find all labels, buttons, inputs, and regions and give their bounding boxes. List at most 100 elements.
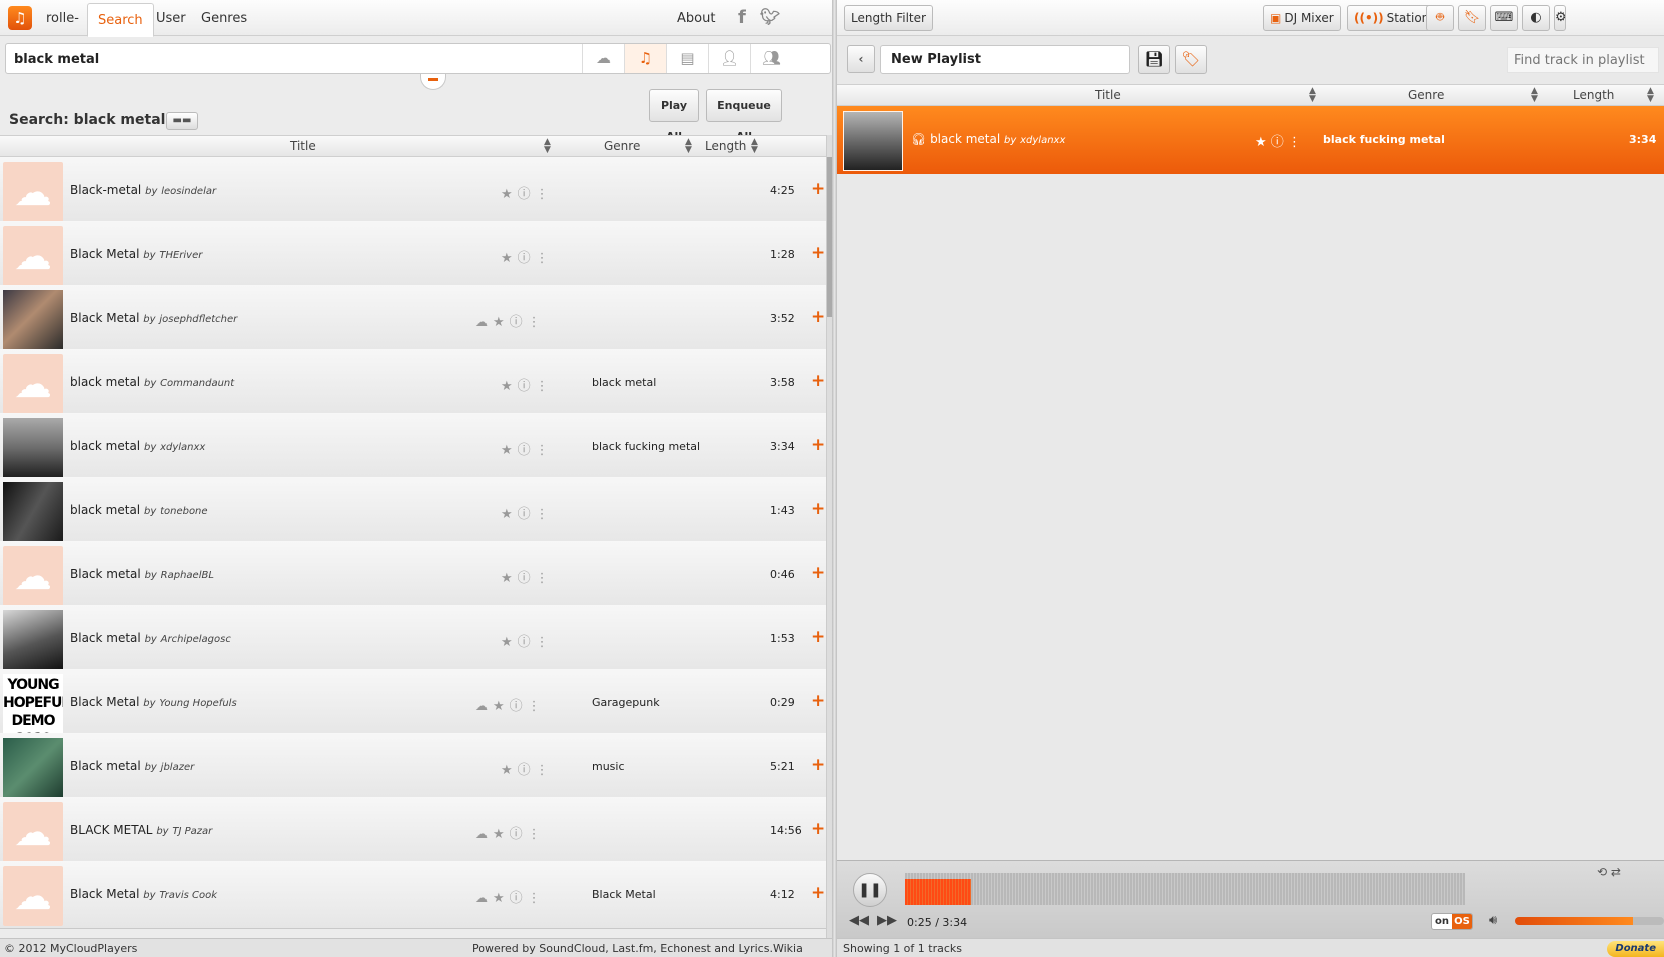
tag-icon[interactable]: 🏷︎ bbox=[1175, 45, 1207, 74]
pl-sort-title-icon[interactable]: ▲ ▼ bbox=[1309, 87, 1316, 104]
column-length[interactable]: Length bbox=[705, 139, 746, 153]
add-to-playlist-icon[interactable]: + bbox=[811, 307, 825, 327]
drag-handle-icon[interactable]: ⋮ bbox=[536, 443, 549, 458]
bookmark-icon[interactable]: 🔖︎ bbox=[1458, 5, 1486, 31]
play-all-button[interactable]: Play All bbox=[649, 89, 699, 143]
table-row[interactable]: black metal by xdylanxx ★ ⓘ ⋮ black fucking … bbox=[0, 413, 826, 481]
table-row[interactable]: Black Metal by Travis Cook ☁ ★ ⓘ ⋮ Black Meta… bbox=[0, 861, 826, 929]
soundcloud-icon[interactable]: ☁ bbox=[475, 827, 488, 842]
search-type-users-icon[interactable]: 👤︎ bbox=[708, 44, 750, 73]
pl-sort-length-icon[interactable]: ▲ ▼ bbox=[1647, 87, 1654, 104]
track-user[interactable]: josephdfletcher bbox=[159, 314, 237, 325]
theme-toggle-icon[interactable]: ◐ bbox=[1522, 5, 1550, 31]
table-row[interactable]: YOUNG HOPEFULS DEMO 2010 Black Metal by Y… bbox=[0, 669, 826, 737]
pl-column-length[interactable]: Length bbox=[1573, 88, 1614, 102]
drag-handle-icon[interactable]: ⋮ bbox=[536, 507, 549, 522]
tab-user[interactable]: User bbox=[156, 0, 186, 36]
favorite-star-icon[interactable]: ★ bbox=[501, 443, 513, 458]
drag-handle-icon[interactable]: ⋮ bbox=[536, 763, 549, 778]
drag-handle-icon[interactable]: ⋮ bbox=[536, 571, 549, 586]
search-type-groups-icon[interactable]: 👥︎ bbox=[750, 44, 792, 73]
volume-slider[interactable] bbox=[1515, 917, 1664, 925]
length-filter-button[interactable]: Length Filter bbox=[844, 5, 933, 31]
settings-gear-icon[interactable]: ⚙ bbox=[1554, 5, 1566, 31]
add-to-playlist-icon[interactable]: + bbox=[811, 499, 825, 519]
add-to-playlist-icon[interactable]: + bbox=[811, 755, 825, 775]
favorite-star-icon[interactable]: ★ bbox=[501, 507, 513, 522]
save-playlist-icon[interactable]: 💾︎ bbox=[1138, 45, 1170, 74]
search-type-tracks-icon[interactable]: ♫ bbox=[624, 44, 666, 73]
add-to-playlist-icon[interactable]: + bbox=[811, 627, 825, 647]
info-icon[interactable]: ⓘ bbox=[518, 375, 531, 394]
track-user[interactable]: tonebone bbox=[160, 506, 208, 517]
enqueue-all-button[interactable]: Enqueue All bbox=[706, 89, 782, 143]
table-row[interactable]: BLACK METAL by TJ Pazar ☁ ★ ⓘ ⋮ 14:56 + bbox=[0, 797, 826, 865]
save-search-icon[interactable]: ▬▬ bbox=[166, 112, 198, 130]
facebook-icon[interactable]: f bbox=[738, 7, 746, 28]
favorite-star-icon[interactable]: ★ bbox=[501, 379, 513, 394]
track-waveform[interactable] bbox=[905, 873, 1465, 905]
table-row[interactable]: Black Metal by josephdfletcher ☁ ★ ⓘ ⋮ 3:52 + bbox=[0, 285, 826, 353]
track-user[interactable]: jblazer bbox=[161, 762, 195, 773]
playlist-track-playing[interactable]: 🎧︎ black metal by xdylanxx ★ ⓘ ⋮ black f… bbox=[837, 106, 1664, 174]
pause-button[interactable]: ❚❚ bbox=[853, 873, 887, 907]
drag-handle-icon[interactable]: ⋮ bbox=[1288, 135, 1301, 150]
drag-handle-icon[interactable]: ⋮ bbox=[536, 379, 549, 394]
fast-forward-icon[interactable]: ▶▶ bbox=[877, 913, 897, 928]
table-row[interactable]: Black Metal by THEriver ★ ⓘ ⋮ 1:28 + bbox=[0, 221, 826, 289]
drag-handle-icon[interactable]: ⋮ bbox=[536, 635, 549, 650]
sort-title-icon[interactable]: ▲ ▼ bbox=[544, 138, 551, 155]
track-user[interactable]: Travis Cook bbox=[159, 890, 217, 901]
track-user[interactable]: RaphaelBL bbox=[161, 570, 214, 581]
add-to-playlist-icon[interactable]: + bbox=[811, 371, 825, 391]
favorite-star-icon[interactable]: ★ bbox=[501, 571, 513, 586]
track-user[interactable]: Commandaunt bbox=[160, 378, 234, 389]
soundcloud-icon[interactable]: ☁ bbox=[475, 699, 488, 714]
favorite-star-icon[interactable]: ★ bbox=[493, 891, 505, 906]
favorite-star-icon[interactable]: ★ bbox=[493, 315, 505, 330]
shuffle-icon[interactable]: ⇄ bbox=[1611, 865, 1621, 879]
collapse-search-handle[interactable] bbox=[420, 74, 446, 90]
dj-mixer-button[interactable]: ▣ DJ Mixer bbox=[1263, 5, 1341, 31]
add-to-playlist-icon[interactable]: + bbox=[811, 563, 825, 583]
brand-name[interactable]: rolle- bbox=[46, 0, 79, 36]
about-link[interactable]: About bbox=[677, 0, 715, 36]
sort-length-icon[interactable]: ▲ ▼ bbox=[751, 138, 758, 155]
table-row[interactable]: black metal by Commandaunt ★ ⓘ ⋮ black metal… bbox=[0, 349, 826, 417]
app-logo-icon[interactable]: ♫ bbox=[8, 6, 32, 30]
add-to-playlist-icon[interactable]: + bbox=[811, 243, 825, 263]
tab-genres[interactable]: Genres bbox=[201, 0, 247, 36]
donate-button[interactable]: Donate bbox=[1607, 941, 1664, 957]
track-user[interactable]: leosindelar bbox=[161, 186, 216, 197]
tab-search[interactable]: Search bbox=[87, 3, 154, 37]
scrobble-toggle[interactable]: on OS bbox=[1431, 913, 1473, 930]
pl-column-title[interactable]: Title bbox=[1095, 88, 1121, 102]
info-icon[interactable]: ⓘ bbox=[510, 887, 523, 906]
favorite-star-icon[interactable]: ★ bbox=[501, 763, 513, 778]
table-row[interactable]: Black-metal by leosindelar ★ ⓘ ⋮ 4:25 + bbox=[0, 157, 826, 225]
track-user[interactable]: TJ Pazar bbox=[172, 826, 212, 837]
favorite-star-icon[interactable]: ★ bbox=[501, 251, 513, 266]
search-type-playlists-icon[interactable]: ▤ bbox=[666, 44, 708, 73]
favorite-star-icon[interactable]: ★ bbox=[501, 635, 513, 650]
soundcloud-icon[interactable]: ☁ bbox=[475, 315, 488, 330]
drag-handle-icon[interactable]: ⋮ bbox=[528, 699, 541, 714]
favorite-star-icon[interactable]: ★ bbox=[493, 827, 505, 842]
info-icon[interactable]: ⓘ bbox=[510, 823, 523, 842]
add-to-playlist-icon[interactable]: + bbox=[811, 819, 825, 839]
table-row[interactable]: black metal by tonebone ★ ⓘ ⋮ 1:43 + bbox=[0, 477, 826, 545]
keyboard-icon[interactable]: ⌨ bbox=[1490, 5, 1518, 31]
track-user[interactable]: Archipelagosc bbox=[161, 634, 231, 645]
pl-column-genre[interactable]: Genre bbox=[1408, 88, 1444, 102]
info-icon[interactable]: ⓘ bbox=[518, 567, 531, 586]
info-icon[interactable]: ⓘ bbox=[518, 631, 531, 650]
table-row[interactable]: Black metal by jblazer ★ ⓘ ⋮ music 5:21 + bbox=[0, 733, 826, 801]
info-icon[interactable]: ⓘ bbox=[518, 439, 531, 458]
find-track-input[interactable] bbox=[1507, 47, 1659, 73]
info-icon[interactable]: ⓘ bbox=[518, 759, 531, 778]
back-arrow-icon[interactable]: ‹ bbox=[847, 45, 875, 73]
table-row[interactable]: Black metal by RaphaelBL ★ ⓘ ⋮ 0:46 + bbox=[0, 541, 826, 609]
info-icon[interactable]: ⓘ bbox=[518, 247, 531, 266]
table-row[interactable]: Black metal by Archipelagosc ★ ⓘ ⋮ 1:53 + bbox=[0, 605, 826, 673]
column-genre[interactable]: Genre bbox=[604, 139, 640, 153]
